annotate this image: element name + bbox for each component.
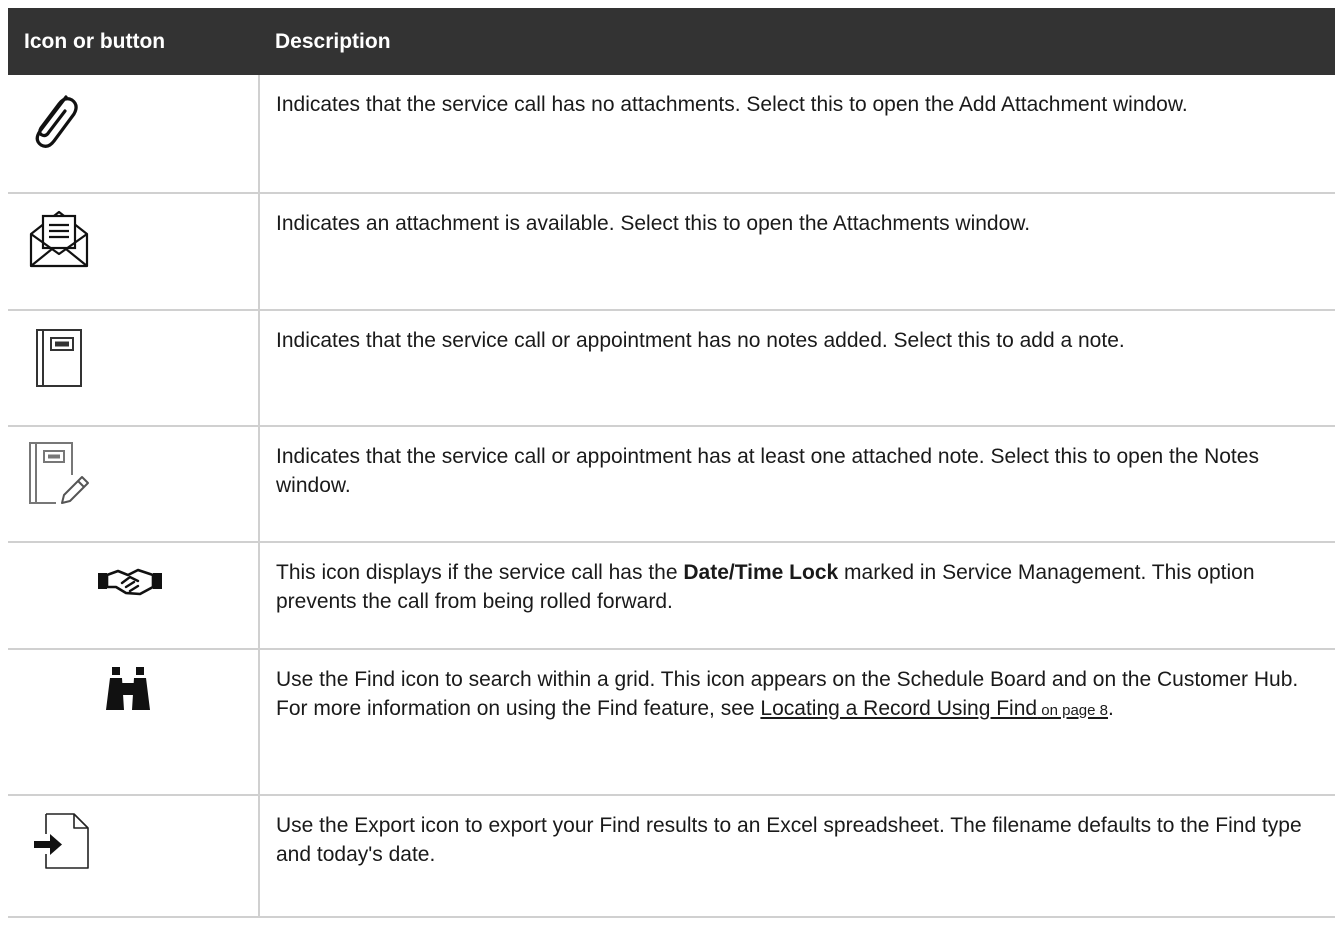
table-row: Indicates that the service call has no a… <box>8 75 1335 194</box>
table-row: Indicates an attachment is available. Se… <box>8 193 1335 311</box>
notebook-icon[interactable] <box>34 327 84 389</box>
row-description: Indicates that the service call or appoi… <box>259 310 1335 427</box>
row-description: Use the Export icon to export your Find … <box>259 795 1335 918</box>
desc-text: . <box>1107 697 1114 720</box>
page-reference: on page 8 <box>1037 702 1108 719</box>
header-icon-or-button: Icon or button <box>8 8 259 75</box>
notebook-edit-icon[interactable] <box>26 439 92 509</box>
row-description: This icon displays if the service call h… <box>259 542 1335 650</box>
icon-reference-table: Icon or button Description Indicates tha… <box>8 8 1335 918</box>
binoculars-icon[interactable] <box>104 666 152 712</box>
envelope-attachment-icon[interactable] <box>28 206 90 268</box>
row-description: Indicates that the service call or appoi… <box>259 426 1335 543</box>
handshake-icon[interactable] <box>96 565 164 597</box>
icon-cell <box>8 193 260 311</box>
locating-record-link[interactable]: Locating a Record Using Find on page 8 <box>760 697 1108 720</box>
table-row: Indicates that the service call or appoi… <box>8 310 1335 427</box>
icon-cell <box>8 649 260 796</box>
row-description: Indicates an attachment is available. Se… <box>259 193 1335 311</box>
export-icon[interactable] <box>32 810 92 872</box>
table-row: This icon displays if the service call h… <box>8 542 1335 650</box>
row-description: Use the Find icon to search within a gri… <box>259 649 1335 796</box>
icon-cell <box>8 75 260 194</box>
table-row: Use the Export icon to export your Find … <box>8 795 1335 918</box>
link-text: Locating a Record Using Find <box>760 697 1038 720</box>
table-row: Use the Find icon to search within a gri… <box>8 649 1335 796</box>
icon-cell <box>8 426 260 543</box>
icon-cell <box>8 795 260 918</box>
icon-cell <box>8 542 260 650</box>
desc-text: This icon displays if the service call h… <box>276 561 684 584</box>
date-time-lock-term: Date/Time Lock <box>683 561 839 584</box>
table-header-row: Icon or button Description <box>8 8 1335 75</box>
row-description: Indicates that the service call has no a… <box>259 75 1335 194</box>
header-description: Description <box>259 8 1335 75</box>
paperclip-icon[interactable] <box>28 87 80 149</box>
icon-cell <box>8 310 260 427</box>
table-row: Indicates that the service call or appoi… <box>8 426 1335 543</box>
